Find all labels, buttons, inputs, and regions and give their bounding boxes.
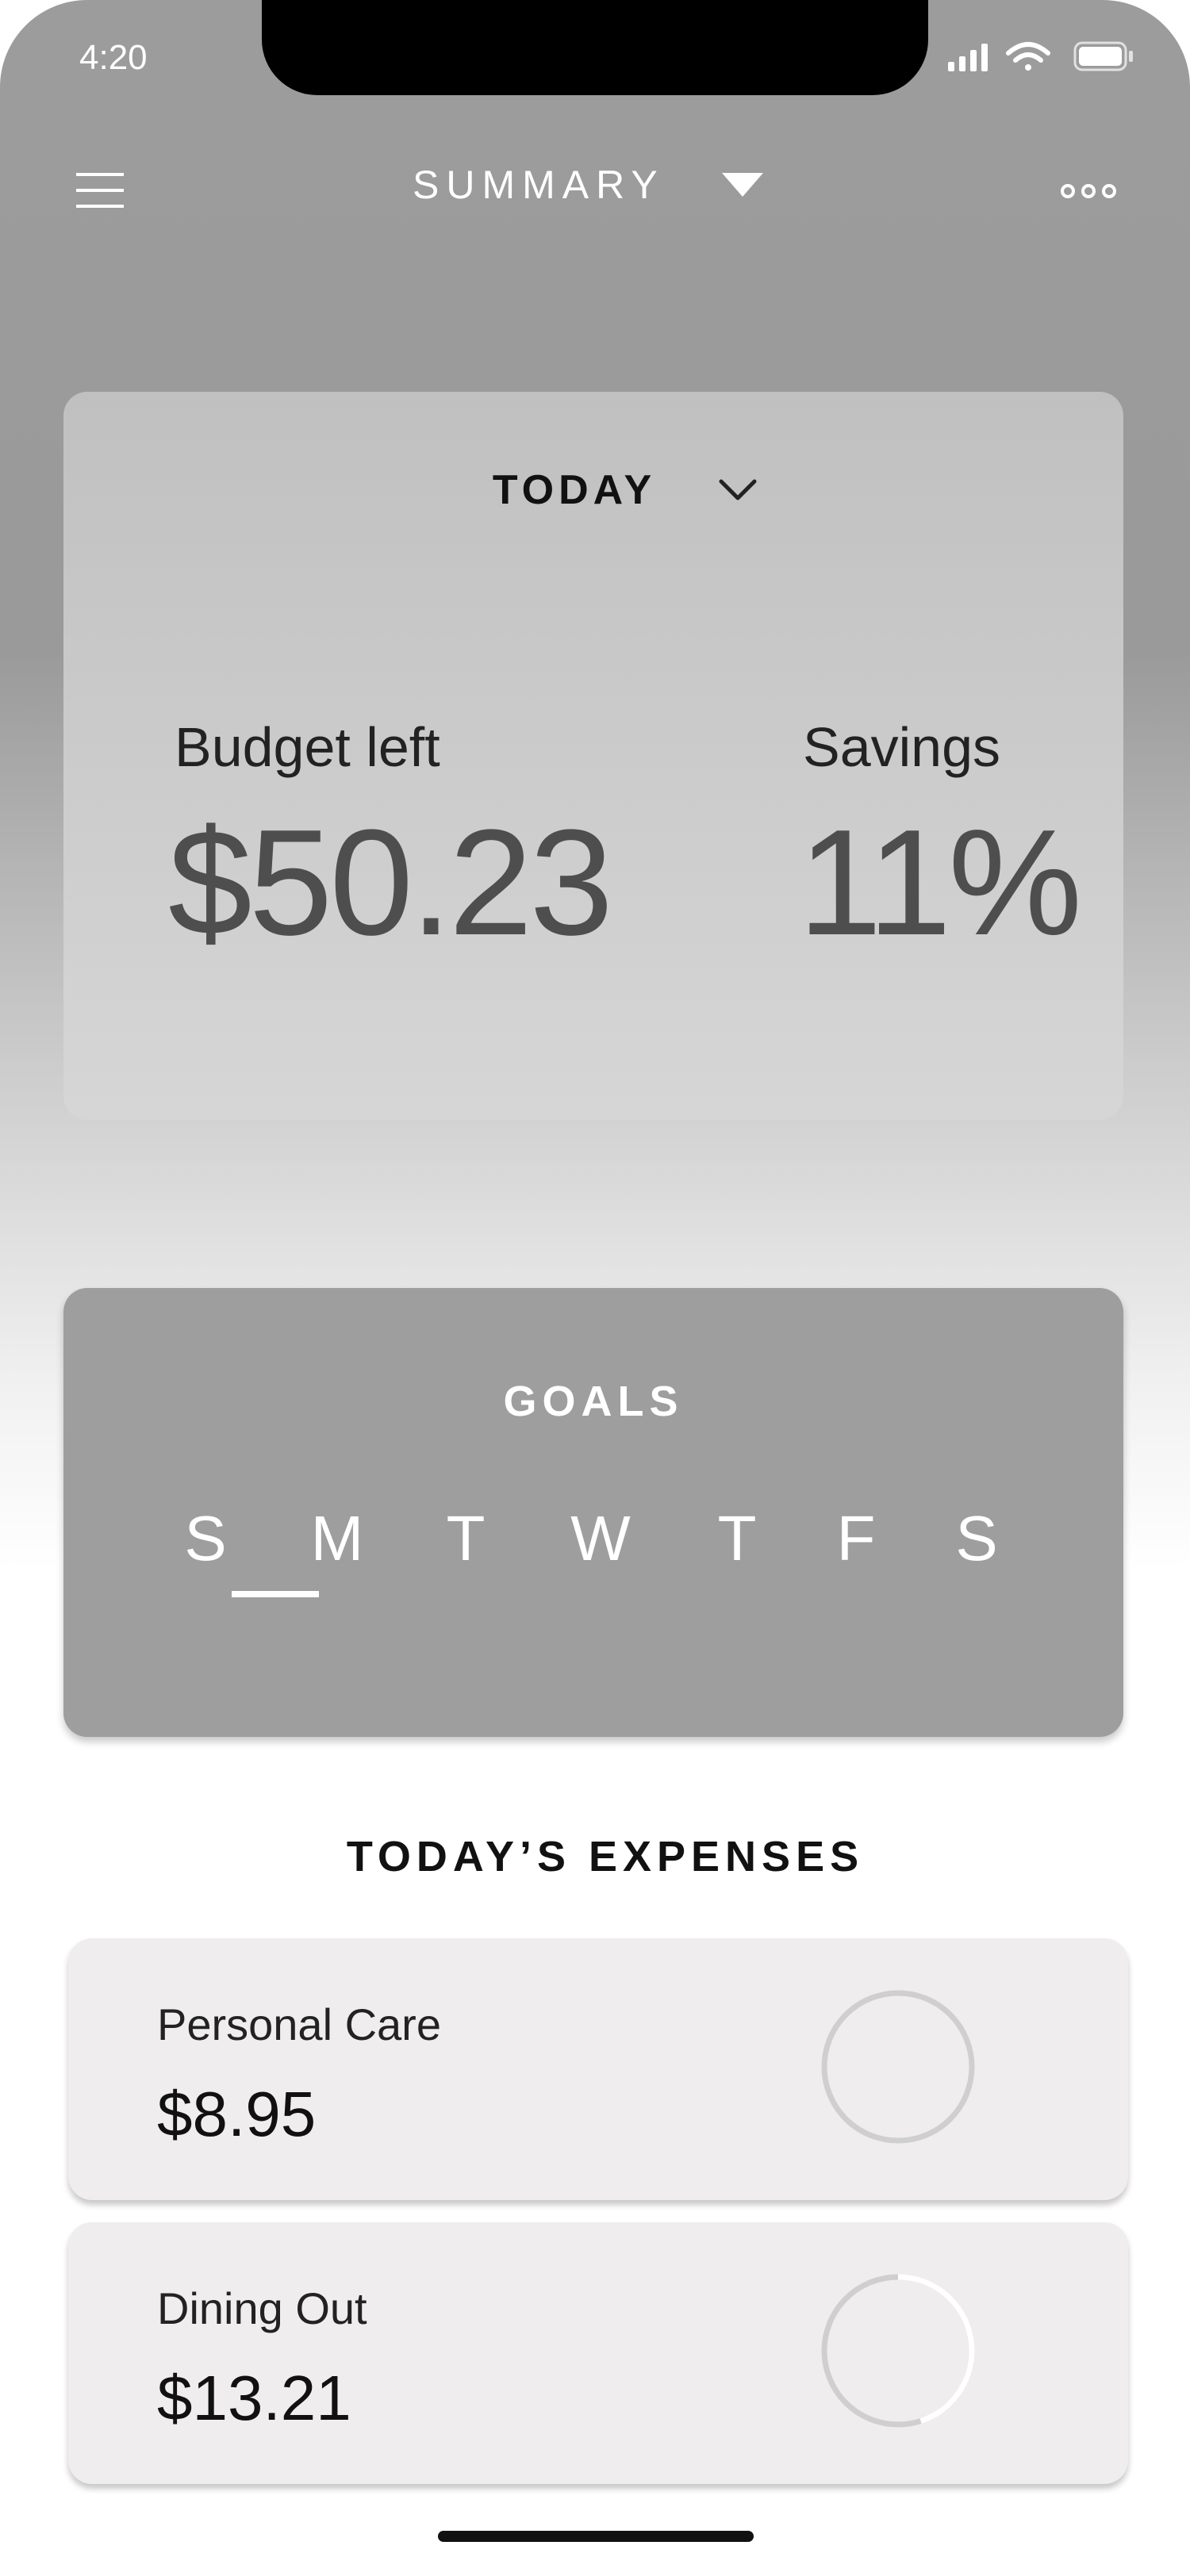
wifi-icon — [1006, 42, 1050, 71]
budget-left-value: $50.23 — [168, 799, 613, 967]
caret-down-icon — [721, 173, 763, 197]
selected-day-indicator — [232, 1591, 319, 1597]
phone-screen: 4:20 SUMMARY TODAY Budget left $50.23 Sa… — [0, 0, 1190, 2576]
savings-value: 11% — [798, 799, 1082, 967]
expense-name: Dining Out — [157, 2283, 367, 2333]
device-notch — [262, 0, 928, 95]
expense-amount: $8.95 — [157, 2079, 317, 2149]
expense-progress-ring — [821, 2274, 975, 2428]
period-selector[interactable]: TODAY — [63, 466, 1123, 514]
period-label: TODAY — [492, 467, 657, 513]
more-horizontal-icon[interactable] — [1060, 179, 1117, 203]
goal-day-tuesday[interactable]: T — [422, 1502, 509, 1575]
goal-day-thursday[interactable]: T — [693, 1502, 781, 1575]
summary-dropdown[interactable]: SUMMARY — [413, 155, 763, 214]
budget-left-label: Budget left — [175, 716, 440, 778]
status-time: 4:20 — [79, 38, 148, 77]
goal-day-sunday[interactable]: S — [162, 1502, 249, 1575]
battery-icon — [1073, 41, 1133, 71]
home-indicator[interactable] — [438, 2531, 754, 2542]
expense-name: Personal Care — [157, 1999, 441, 2049]
goals-card: GOALS S M T W T F S — [63, 1288, 1123, 1737]
cellular-signal-icon — [948, 44, 988, 71]
expense-progress-ring — [821, 1990, 975, 2144]
hamburger-menu-icon[interactable] — [76, 173, 127, 209]
goal-day-wednesday[interactable]: W — [557, 1502, 644, 1575]
goal-day-saturday[interactable]: S — [933, 1502, 1020, 1575]
goal-day-monday[interactable]: M — [294, 1502, 381, 1575]
nav-title: SUMMARY — [413, 163, 665, 207]
chevron-down-icon — [719, 479, 757, 500]
expense-card[interactable]: Dining Out $13.21 — [68, 2222, 1128, 2484]
goal-day-friday[interactable]: F — [812, 1502, 900, 1575]
budget-summary-card: TODAY Budget left $50.23 Savings 11% — [63, 392, 1123, 1120]
goals-title: GOALS — [503, 1378, 684, 1425]
expense-card[interactable]: Personal Care $8.95 — [68, 1938, 1128, 2200]
status-icons — [948, 41, 1133, 71]
expense-amount: $13.21 — [157, 2363, 351, 2433]
savings-label: Savings — [803, 716, 1001, 778]
expenses-section-title: TODAY’S EXPENSES — [346, 1833, 865, 1880]
